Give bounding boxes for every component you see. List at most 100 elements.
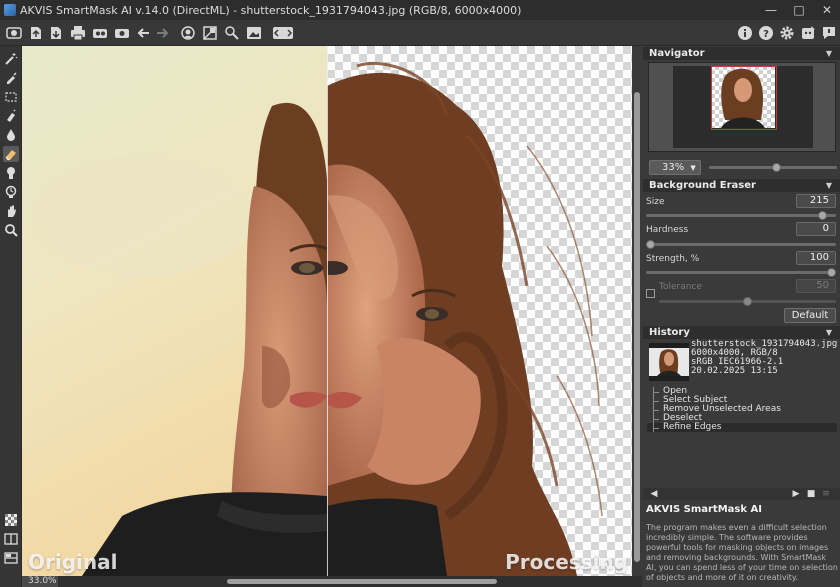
tolerance-slider-knob[interactable] (743, 297, 752, 306)
strength-slider-knob[interactable] (827, 268, 836, 277)
settings-preset-icon[interactable] (113, 24, 131, 42)
open-file-icon[interactable] (27, 24, 45, 42)
history-controls: ◀ ▶ ■ ≡ (643, 488, 840, 500)
hardness-slider-knob[interactable] (646, 240, 655, 249)
size-slider-knob[interactable] (817, 211, 827, 220)
hardness-input[interactable]: 0 (796, 222, 836, 236)
window-title: AKVIS SmartMask AI v.14.0 (DirectML) - s… (20, 3, 522, 17)
navigator-viewport[interactable] (711, 66, 777, 130)
share-icon[interactable] (91, 24, 109, 42)
zoom-icon[interactable] (3, 222, 19, 238)
background-eraser-title: Background Eraser (649, 180, 756, 191)
navigator-header[interactable]: Navigator ▼ (643, 47, 840, 60)
drop-icon[interactable] (3, 127, 19, 143)
size-label: Size (646, 197, 665, 207)
minimize-button[interactable]: — (764, 3, 778, 17)
compare-icon[interactable] (3, 550, 19, 566)
strength-input[interactable]: 100 (796, 251, 836, 265)
size-slider[interactable] (646, 214, 836, 217)
zoom-select[interactable]: 33% ▼ (649, 160, 701, 175)
main-toolbar: ? (0, 20, 840, 46)
hardness-slider[interactable] (646, 243, 836, 246)
svg-text:?: ? (763, 29, 769, 40)
split-view-icon[interactable] (3, 531, 19, 547)
feedback-icon[interactable] (820, 24, 838, 42)
left-toolbar (0, 46, 22, 587)
original-caption: Original (28, 550, 118, 574)
history-brush-icon[interactable] (3, 184, 19, 200)
size-input[interactable]: 215 (796, 194, 836, 208)
back-arrow-icon[interactable]: ◀ (649, 489, 659, 499)
processing-caption: Processing (505, 550, 628, 574)
history-header[interactable]: History ▼ (643, 326, 840, 339)
zoom-value: 33% (662, 162, 685, 173)
zoom-slider-knob[interactable] (772, 163, 782, 172)
info-icon[interactable] (736, 24, 754, 42)
original-half: Original (22, 46, 327, 576)
home-icon[interactable] (5, 24, 23, 42)
horizontal-scrollbar[interactable] (22, 576, 642, 587)
maximize-button[interactable]: □ (792, 3, 806, 17)
history-thumbnail[interactable] (649, 343, 689, 381)
chevron-down-icon: ▼ (690, 164, 696, 172)
collapse-chevron-icon[interactable]: ▼ (826, 179, 832, 192)
vertical-scrollbar[interactable] (632, 46, 642, 576)
navigator-preview[interactable] (648, 62, 836, 152)
fill-icon[interactable] (245, 24, 263, 42)
history-list: Open Select Subject Remove Unselected Ar… (647, 387, 837, 432)
trash-icon[interactable]: ■ (806, 489, 816, 499)
remove-areas-icon[interactable] (201, 24, 219, 42)
split-divider[interactable] (327, 46, 328, 576)
hand-icon[interactable] (3, 203, 19, 219)
background-eraser-icon[interactable] (3, 146, 19, 162)
processed-photo (327, 61, 603, 576)
undo-arrow-icon[interactable] (135, 24, 153, 42)
app-window: AKVIS SmartMask AI v.14.0 (DirectML) - s… (0, 0, 840, 587)
navigator-title: Navigator (649, 48, 705, 59)
horizontal-scroll-thumb[interactable] (227, 579, 497, 584)
magic-brush-icon[interactable] (3, 51, 19, 67)
play-step-icon[interactable]: ▶ (791, 489, 801, 499)
background-eraser-header[interactable]: Background Eraser ▼ (643, 179, 840, 192)
print-icon[interactable] (69, 24, 87, 42)
original-photo (22, 46, 327, 576)
history-file-info: shutterstock_1931794043.jpg 6000x4000, R… (691, 340, 837, 376)
zoom-status: 33.0% (22, 576, 58, 587)
collapse-chevron-icon[interactable]: ▼ (826, 47, 832, 60)
strength-slider[interactable] (646, 271, 836, 274)
right-panel: Navigator ▼ 33% ▼ Background Eraser ▼ Si… (643, 46, 840, 587)
image-canvas[interactable]: Original Processing (22, 46, 632, 576)
tolerance-label: Tolerance (659, 282, 702, 292)
history-date: 20.02.2025 13:15 (691, 366, 778, 376)
ai-assistant-icon[interactable] (799, 24, 817, 42)
about-title: AKVIS SmartMask AI (646, 504, 762, 515)
checker-icon[interactable] (3, 512, 19, 528)
list-options-icon[interactable]: ≡ (821, 489, 831, 499)
help-icon[interactable]: ? (757, 24, 775, 42)
about-text: The program makes even a difficult selec… (646, 523, 838, 582)
tolerance-checkbox[interactable] (646, 289, 655, 298)
tolerance-input[interactable]: 50 (796, 279, 836, 293)
collapse-chevron-icon[interactable]: ▼ (826, 326, 832, 339)
hardness-label: Hardness (646, 225, 689, 235)
select-subject-icon[interactable] (179, 24, 197, 42)
window-controls: — □ ✕ (764, 0, 834, 20)
close-button[interactable]: ✕ (820, 3, 834, 17)
refine-edges-icon[interactable] (223, 24, 241, 42)
selection-brush-icon[interactable] (3, 70, 19, 86)
default-button[interactable]: Default (784, 308, 836, 323)
gear-icon[interactable] (778, 24, 796, 42)
processing-half: Processing (327, 46, 632, 576)
eraser-brush-icon[interactable] (3, 108, 19, 124)
view-mode-icon[interactable] (271, 24, 295, 42)
rectangle-select-icon[interactable] (3, 89, 19, 105)
redo-arrow-icon[interactable] (153, 24, 171, 42)
save-file-icon[interactable] (47, 24, 65, 42)
history-step-refine-edges[interactable]: Refine Edges (647, 423, 837, 432)
vertical-scroll-thumb[interactable] (634, 92, 640, 562)
strength-label: Strength, % (646, 254, 700, 264)
clone-stamp-icon[interactable] (3, 165, 19, 181)
title-bar: AKVIS SmartMask AI v.14.0 (DirectML) - s… (0, 0, 840, 20)
app-logo-icon (4, 4, 16, 16)
history-title: History (649, 327, 690, 338)
